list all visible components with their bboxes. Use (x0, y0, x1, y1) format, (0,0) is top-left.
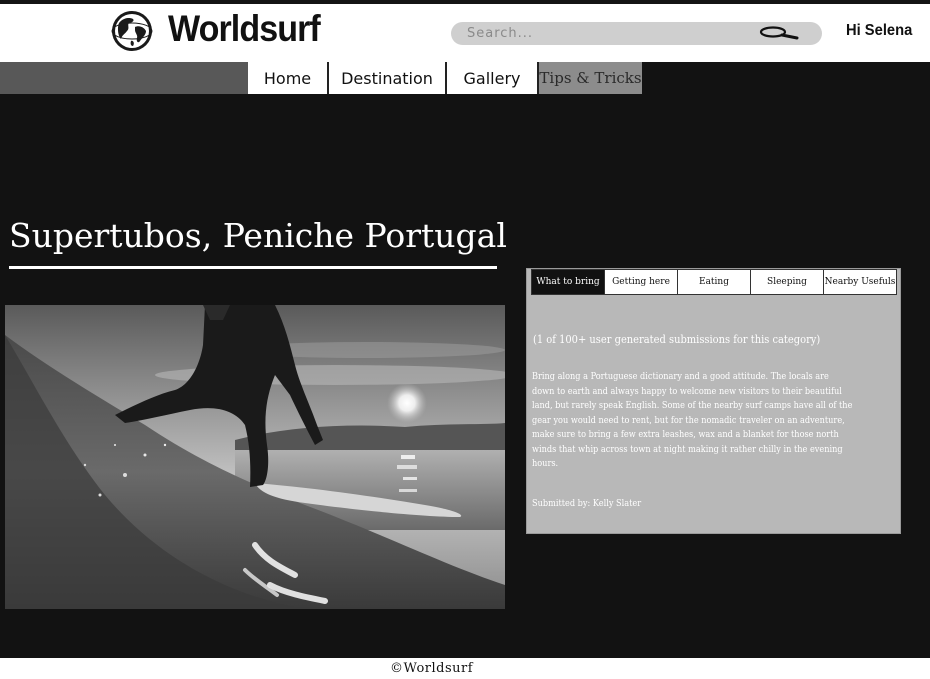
submission-line: winds that whip across town at night mak… (532, 443, 843, 455)
submitted-by: Submitted by: Kelly Slater (532, 498, 642, 509)
nav-tab-destination[interactable]: Destination (329, 62, 447, 94)
search-icon[interactable] (759, 26, 801, 40)
nav-spacer (0, 62, 248, 94)
nav-tab-tips-tricks[interactable]: Tips & Tricks (539, 62, 642, 94)
nav-tab-home[interactable]: Home (248, 62, 329, 94)
user-greeting[interactable]: Hi Selena (846, 22, 912, 40)
panel-tab-getting-here[interactable]: Getting here (604, 269, 678, 295)
globe-icon[interactable] (111, 10, 153, 52)
submission-line: Bring along a Portuguese dictionary and … (532, 371, 829, 382)
panel-tab-nearby-usefuls[interactable]: Nearby Usefuls (823, 269, 897, 295)
site-logo[interactable]: Worldsurf (168, 8, 321, 50)
submission-line: land, but rarely speak English. Some of … (532, 400, 853, 411)
nav-tab-gallery[interactable]: Gallery (447, 62, 539, 94)
submission-line: gear you would need to rent, but for the… (532, 414, 845, 426)
panel-tab-sleeping[interactable]: Sleeping (750, 269, 824, 295)
panel-tab-eating[interactable]: Eating (677, 269, 751, 295)
submission-line: hours. (532, 458, 559, 469)
submission-count: (1 of 100+ user generated submissions fo… (533, 333, 821, 346)
search-input[interactable] (467, 24, 747, 43)
tips-panel: What to bring Getting here Eating Sleepi… (526, 268, 901, 534)
site-footer: ©Worldsurf (0, 658, 930, 679)
submission-text: Bring along a Portuguese dictionary and … (532, 370, 888, 472)
submission-line: down to earth and always happy to welcom… (532, 385, 842, 397)
page-title: Supertubos, Peniche Portugal (9, 216, 507, 255)
title-underline (9, 266, 497, 269)
main-nav: Home Destination Gallery Tips & Tricks (0, 62, 930, 94)
copyright-text: ©Worldsurf (390, 661, 474, 676)
search-bar (451, 22, 822, 45)
surfer-photo (5, 305, 505, 609)
panel-tab-what-to-bring[interactable]: What to bring (531, 269, 605, 295)
site-header: Worldsurf Hi Selena (0, 4, 930, 62)
submission-line: make sure to bring a few extra leashes, … (532, 429, 839, 440)
